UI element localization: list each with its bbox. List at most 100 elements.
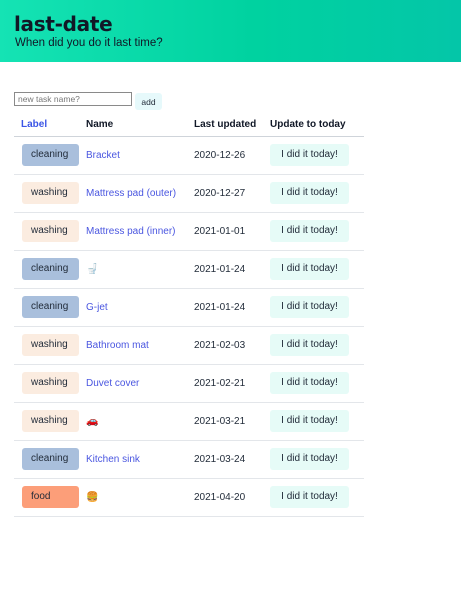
did-it-today-button[interactable]: I did it today! [270, 296, 349, 318]
task-name-link[interactable]: Bracket [86, 150, 120, 161]
task-name-link[interactable]: Mattress pad (inner) [86, 226, 175, 237]
label-cell: washing [14, 364, 86, 403]
task-name-link[interactable]: Bathroom mat [86, 340, 149, 351]
last-updated-date: 2021-01-01 [194, 225, 246, 237]
table-row: cleaning Kitchen sink 2021-03-24 I did it t… [14, 440, 364, 479]
task-emoji-name: 🚽 [86, 263, 99, 275]
last-updated-date: 2021-04-20 [194, 491, 246, 503]
label-cell: food [14, 478, 86, 517]
action-cell: I did it today! [270, 478, 364, 517]
date-cell: 2021-01-24 [194, 250, 270, 289]
label-column-header[interactable]: Label [14, 114, 86, 137]
did-it-today-button[interactable]: I did it today! [270, 486, 349, 508]
name-cell: Duvet cover [86, 364, 194, 403]
table-row: washing 🚗 2021-03-21 I did it today! [14, 402, 364, 441]
last-updated-date: 2021-01-24 [194, 263, 246, 275]
table-row: washing Mattress pad (outer) 2020-12-27 I d… [14, 174, 364, 213]
label-cell: cleaning [14, 250, 86, 289]
label-badge[interactable]: washing [22, 410, 79, 432]
task-name-link[interactable]: Mattress pad (outer) [86, 188, 176, 199]
task-name-input[interactable] [14, 92, 132, 106]
last-updated-date: 2021-03-21 [194, 415, 246, 427]
name-cell: G-jet [86, 288, 194, 327]
action-cell: I did it today! [270, 212, 364, 251]
label-badge[interactable]: food [22, 486, 79, 508]
action-cell: I did it today! [270, 174, 364, 213]
name-cell: Bracket [86, 136, 194, 175]
did-it-today-button[interactable]: I did it today! [270, 334, 349, 356]
table-row: cleaning G-jet 2021-01-24 I did it today! [14, 288, 364, 327]
table-row: cleaning Bracket 2020-12-26 I did it today! [14, 136, 364, 175]
name-column-header: Name [86, 114, 194, 137]
label-badge[interactable]: cleaning [22, 448, 79, 470]
did-it-today-button[interactable]: I did it today! [270, 182, 349, 204]
label-badge[interactable]: washing [22, 182, 79, 204]
action-cell: I did it today! [270, 440, 364, 479]
action-cell: I did it today! [270, 326, 364, 365]
table-row: washing Bathroom mat 2021-02-03 I did it to… [14, 326, 364, 365]
date-cell: 2021-03-21 [194, 402, 270, 441]
table-row: food 🍔 2021-04-20 I did it today! [14, 478, 364, 517]
date-cell: 2021-02-03 [194, 326, 270, 365]
label-cell: washing [14, 402, 86, 441]
last-updated-date: 2021-02-21 [194, 377, 246, 389]
label-badge[interactable]: washing [22, 372, 79, 394]
table-row: washing Duvet cover 2021-02-21 I did it tod… [14, 364, 364, 403]
last-updated-date: 2020-12-27 [194, 187, 246, 199]
name-cell: Bathroom mat [86, 326, 194, 365]
task-emoji-name: 🍔 [86, 491, 99, 503]
task-table: Label Name Last updated Update to today … [14, 114, 364, 517]
name-cell: Mattress pad (outer) [86, 174, 194, 213]
app-subtitle: When did you do it last time? [15, 37, 163, 49]
label-badge[interactable]: washing [22, 334, 79, 356]
task-name-link[interactable]: G-jet [86, 302, 108, 313]
date-cell: 2020-12-26 [194, 136, 270, 175]
app-header: last-date When did you do it last time? [0, 0, 461, 62]
last-updated-column-header: Last updated [194, 114, 270, 137]
did-it-today-button[interactable]: I did it today! [270, 220, 349, 242]
action-cell: I did it today! [270, 364, 364, 403]
task-name-link[interactable]: Duvet cover [86, 378, 139, 389]
label-badge[interactable]: cleaning [22, 296, 79, 318]
date-cell: 2021-02-21 [194, 364, 270, 403]
name-cell: 🚗 [86, 402, 194, 441]
did-it-today-button[interactable]: I did it today! [270, 144, 349, 166]
table-header-row: Label Name Last updated Update to today [14, 114, 364, 137]
action-cell: I did it today! [270, 288, 364, 327]
label-cell: cleaning [14, 136, 86, 175]
label-cell: washing [14, 212, 86, 251]
app-title: last-date [14, 12, 113, 36]
date-cell: 2021-03-24 [194, 440, 270, 479]
label-badge[interactable]: cleaning [22, 144, 79, 166]
name-cell: 🚽 [86, 250, 194, 289]
did-it-today-button[interactable]: I did it today! [270, 410, 349, 432]
update-column-header: Update to today [270, 114, 364, 137]
last-updated-date: 2021-01-24 [194, 301, 246, 313]
name-cell: Mattress pad (inner) [86, 212, 194, 251]
label-cell: washing [14, 174, 86, 213]
table-row: washing Mattress pad (inner) 2021-01-01 I d… [14, 212, 364, 251]
did-it-today-button[interactable]: I did it today! [270, 448, 349, 470]
table-row: cleaning 🚽 2021-01-24 I did it today! [14, 250, 364, 289]
label-badge[interactable]: cleaning [22, 258, 79, 280]
did-it-today-button[interactable]: I did it today! [270, 372, 349, 394]
name-cell: Kitchen sink [86, 440, 194, 479]
did-it-today-button[interactable]: I did it today! [270, 258, 349, 280]
date-cell: 2021-01-24 [194, 288, 270, 327]
add-button[interactable]: add [135, 93, 162, 110]
action-cell: I did it today! [270, 136, 364, 175]
task-name-link[interactable]: Kitchen sink [86, 454, 140, 465]
name-cell: 🍔 [86, 478, 194, 517]
label-cell: cleaning [14, 288, 86, 327]
task-rows: cleaning Bracket 2020-12-26 I did it today!… [14, 136, 364, 517]
last-updated-date: 2020-12-26 [194, 149, 246, 161]
label-cell: washing [14, 326, 86, 365]
label-badge[interactable]: washing [22, 220, 79, 242]
action-cell: I did it today! [270, 250, 364, 289]
date-cell: 2021-01-01 [194, 212, 270, 251]
task-emoji-name: 🚗 [86, 415, 99, 427]
last-updated-date: 2021-03-24 [194, 453, 246, 465]
last-updated-date: 2021-02-03 [194, 339, 246, 351]
date-cell: 2021-04-20 [194, 478, 270, 517]
action-cell: I did it today! [270, 402, 364, 441]
